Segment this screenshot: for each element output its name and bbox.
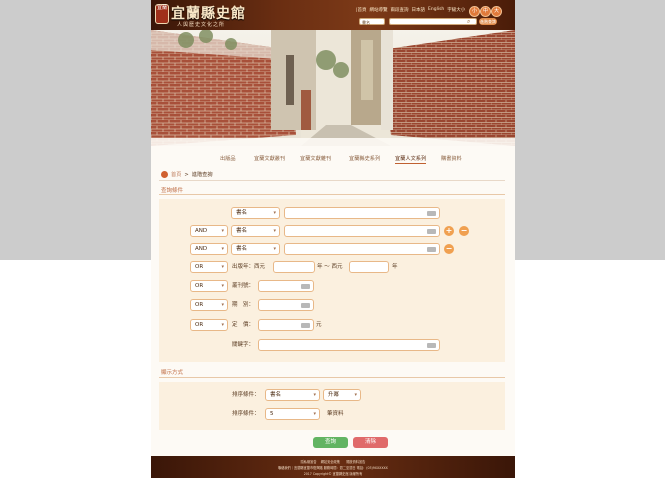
keyboard-icon[interactable]	[427, 247, 436, 252]
topnav-japanese[interactable]: 日本語	[412, 7, 426, 13]
query-input-2[interactable]	[284, 225, 440, 237]
count-label: 排序條件：	[232, 411, 260, 417]
year-from-input[interactable]	[273, 261, 315, 273]
site-subtitle: 人與歷史文化之所	[177, 22, 226, 28]
advanced-search-button[interactable]: 進階查詢	[479, 18, 497, 25]
clear-button[interactable]: 清除	[353, 437, 388, 448]
tab-humanities-series[interactable]: 宜蘭人文系列	[395, 155, 427, 164]
search-icon[interactable]: ⌕	[467, 18, 475, 25]
tab-literature-series[interactable]: 宜蘭文獻叢刊	[254, 155, 285, 162]
year-suffix: 年	[392, 264, 398, 270]
alley-photo-illustration	[151, 30, 515, 146]
year-range-separator: 年 ～ 西元	[317, 264, 343, 270]
top-nav: |首頁 網站導覽 兩段查詢 日本語 English 字級大小	[356, 7, 465, 13]
page-size-suffix: 筆資料	[327, 411, 344, 417]
issn-operator-select[interactable]: OR	[190, 280, 228, 292]
site-footer: 隱私權宣告 網站安全政策 開放資料宣告 聯絡我們｜宜蘭縣宜蘭市復興路 服務時間：…	[151, 456, 515, 478]
site-title[interactable]: 宜蘭縣史館	[171, 3, 246, 23]
home-icon[interactable]	[161, 171, 168, 178]
keyword-input[interactable]	[258, 339, 440, 351]
volume-label: 期 別：	[232, 302, 255, 308]
tab-county-history[interactable]: 宜蘭縣史系列	[349, 155, 380, 162]
field-select-1[interactable]: 書名	[231, 207, 280, 219]
breadcrumb-divider	[159, 180, 505, 181]
tab-purchase-info[interactable]: 購書資料	[441, 155, 462, 162]
volume-operator-select[interactable]: OR	[190, 299, 228, 311]
tab-literature-journal[interactable]: 宜蘭文獻雜刊	[300, 155, 331, 162]
keyboard-icon[interactable]	[427, 211, 436, 216]
price-label: 定 價：	[232, 322, 255, 328]
keyboard-icon[interactable]	[427, 343, 436, 348]
seal-logo[interactable]: 宜蘭	[155, 4, 169, 24]
breadcrumb-separator: >	[184, 171, 189, 178]
search-section-divider	[159, 194, 505, 195]
year-operator-select[interactable]: OR	[190, 261, 228, 273]
breadcrumb-current: 進階查詢	[191, 172, 213, 178]
keyboard-icon[interactable]	[427, 229, 436, 234]
category-tabs: 出版品 宜蘭文獻叢刊 宜蘭文獻雜刊 宜蘭縣史系列 宜蘭人文系列 購書資料	[151, 152, 515, 166]
query-input-3[interactable]	[284, 243, 440, 255]
add-row-button[interactable]: +	[444, 226, 454, 236]
font-large-button[interactable]: 大	[491, 6, 502, 17]
keyword-label: 關鍵字：	[232, 342, 255, 348]
font-small-button[interactable]: 小	[469, 6, 480, 17]
footer-copyright: 2017 Copyright© 宜蘭縣史館 版權所有	[303, 472, 363, 476]
topnav-english[interactable]: English	[428, 7, 444, 13]
breadcrumb-home[interactable]: 首頁	[171, 171, 181, 178]
field-select-3[interactable]: 書名	[231, 243, 280, 255]
issn-input[interactable]	[258, 280, 314, 292]
header-search-input[interactable]	[389, 18, 477, 25]
header-search-type-select[interactable]: 書名	[359, 18, 385, 25]
keyboard-icon[interactable]	[301, 284, 310, 289]
footer-links[interactable]: 隱私權宣告 網站安全政策 開放資料宣告	[151, 459, 515, 464]
keyboard-icon[interactable]	[301, 303, 310, 308]
search-button[interactable]: 查詢	[313, 437, 348, 448]
topnav-font-size-label: 字級大小	[447, 8, 466, 13]
topnav-sitemap[interactable]: 網站導覽	[370, 7, 388, 13]
operator-select-2[interactable]: AND	[190, 225, 228, 237]
font-medium-button[interactable]: 中	[480, 6, 491, 17]
sort-label: 排序條件：	[232, 392, 260, 398]
sort-order-select[interactable]: 升冪	[323, 389, 361, 401]
page-size-select[interactable]: 5	[265, 408, 320, 420]
page-container: 宜蘭 宜蘭縣史館 人與歷史文化之所 |首頁 網站導覽 兩段查詢 日本語 Engl…	[151, 0, 515, 478]
operator-select-3[interactable]: AND	[190, 243, 228, 255]
topnav-query[interactable]: 兩段查詢	[391, 7, 409, 13]
issn-label: 叢刊號：	[232, 283, 255, 289]
remove-row-button[interactable]: −	[459, 226, 469, 236]
query-input-1[interactable]	[284, 207, 440, 219]
keyboard-icon[interactable]	[301, 323, 310, 328]
sort-section-divider	[159, 377, 505, 378]
topnav-home[interactable]: |首頁	[356, 7, 367, 13]
price-suffix: 元	[316, 322, 322, 328]
tab-publications[interactable]: 出版品	[220, 155, 236, 162]
volume-input[interactable]	[258, 299, 314, 311]
banner-image	[151, 30, 515, 146]
site-header: 宜蘭 宜蘭縣史館 人與歷史文化之所 |首頁 網站導覽 兩段查詢 日本語 Engl…	[151, 0, 515, 30]
price-operator-select[interactable]: OR	[190, 319, 228, 331]
breadcrumb: 首頁 > 進階查詢	[161, 171, 213, 178]
price-input[interactable]	[258, 319, 314, 331]
sort-field-select[interactable]: 書名	[265, 389, 320, 401]
year-label: 出版年：西元	[232, 264, 266, 270]
field-select-2[interactable]: 書名	[231, 225, 280, 237]
year-to-input[interactable]	[349, 261, 389, 273]
sort-section-title: 顯示方式	[161, 370, 184, 376]
footer-contact: 聯絡我們｜宜蘭縣宜蘭市復興路 服務時間：週二至週日 電話：(03)9XXXXXX	[278, 466, 388, 470]
search-section-title: 查詢條件	[161, 188, 184, 194]
remove-row-button[interactable]: −	[444, 244, 454, 254]
